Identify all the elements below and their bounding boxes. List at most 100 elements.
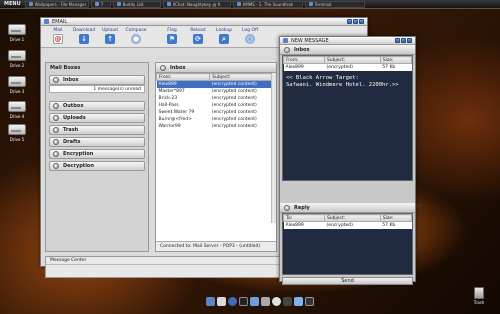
column-to[interactable]: To:	[283, 214, 325, 222]
drive-icon-1[interactable]: Drive 1	[4, 24, 30, 42]
bullet-icon	[53, 103, 59, 109]
email-titlebar[interactable]: EMAIL	[41, 18, 367, 26]
drive-icon-3[interactable]: Drive 3	[4, 76, 30, 94]
dock-app-icon[interactable]	[217, 297, 226, 306]
mailbox-decryption[interactable]: Decryption	[49, 161, 145, 171]
taskbar-item[interactable]: 7	[90, 0, 111, 8]
minimize-button[interactable]	[395, 38, 400, 43]
buddy-icon	[116, 2, 121, 6]
bullet-icon	[160, 64, 166, 71]
table-row[interactable]: Hall-Pass (encrypted content)	[157, 102, 276, 109]
reply-header[interactable]: Reply	[280, 203, 415, 213]
column-from[interactable]: From:	[283, 56, 325, 64]
flag-button[interactable]: Flag ⚑	[159, 28, 185, 45]
dock-app-icon[interactable]	[206, 297, 215, 306]
inbox-unread-count: 1 message(s) unread	[49, 85, 145, 93]
mailbox-drafts[interactable]: Drafts	[49, 137, 145, 147]
flag-icon: ⚑	[167, 34, 177, 44]
lookup-button[interactable]: Lookup ⌕	[211, 28, 237, 45]
dock-app-icon[interactable]	[250, 297, 259, 306]
taskbar-item[interactable]: XChat: Naughtykey @ fr	[162, 0, 231, 8]
column-subject[interactable]: Subject:	[323, 56, 381, 64]
bullet-icon	[53, 127, 59, 133]
compose-button[interactable]: Compose ●	[123, 28, 149, 45]
close-button[interactable]	[359, 19, 364, 24]
table-row[interactable]: Sweet Water 79 (encrypted content)	[157, 109, 276, 116]
drive-icon-4[interactable]: Drive 4	[4, 101, 30, 119]
reply-table: To: Subject: Size: Alex899 (encrypted) 57 Kb	[283, 214, 413, 229]
window-title: NEW MESSAGE	[291, 37, 329, 44]
dock-app-icon[interactable]	[272, 297, 281, 306]
mail-button[interactable]: Mail @	[45, 28, 71, 45]
reload-button[interactable]: Reload ⟳	[185, 28, 211, 45]
table-row[interactable]: Warrior99 (encrypted content)	[157, 123, 276, 130]
upload-icon: ↑	[105, 34, 115, 44]
dock-app-icon[interactable]	[228, 297, 237, 306]
app-icon	[94, 2, 99, 6]
mailbox-encryption[interactable]: Encryption	[49, 149, 145, 159]
trash[interactable]: Trash	[468, 287, 490, 305]
new-message-inbox-header: Inbox	[280, 45, 415, 55]
dock-app-icon[interactable]	[283, 297, 292, 306]
terminal-icon	[308, 2, 313, 6]
table-row[interactable]: Master*897 (encrypted content)	[157, 88, 276, 95]
drive-icon-2[interactable]: Drive 2	[4, 50, 30, 68]
column-size[interactable]: Size:	[379, 214, 413, 222]
download-button[interactable]: Download ↓	[71, 28, 97, 45]
reply-view: To: Subject: Size: Alex899 (encrypted) 57 Kb	[282, 213, 413, 275]
logoff-button[interactable]: Log Off ○	[237, 28, 263, 45]
message-body: << Black Arrow Target: Safwani. Windmere…	[286, 74, 399, 88]
inbox-header: Inbox	[156, 63, 276, 73]
close-button[interactable]	[407, 38, 412, 43]
taskbar-item[interactable]: Buddy List	[112, 0, 161, 8]
column-size[interactable]: Size:	[379, 56, 413, 64]
dock-app-icon[interactable]	[305, 297, 314, 306]
message-header-table: From: Subject: Size: Alex899 (encrypted) 57 …	[283, 56, 413, 71]
drive-icon-5[interactable]: Drive 5	[4, 124, 30, 142]
table-row[interactable]: Brick-23 (encrypted content)	[157, 95, 276, 102]
message-table: From: Subject: Alex899 (encrypted content)…	[155, 73, 276, 130]
folder-icon	[28, 2, 33, 6]
dock-app-icon[interactable]	[294, 297, 303, 306]
bullet-icon	[53, 151, 59, 157]
maximize-button[interactable]	[353, 19, 358, 24]
bullet-icon	[53, 139, 59, 145]
column-from[interactable]: From:	[155, 73, 211, 81]
taskbar-item[interactable]: XMMS - 1. The Soundtrak	[232, 0, 303, 8]
inbox-panel: Inbox From: Subject: Alex899 (encrypted co…	[155, 62, 277, 252]
new-message-window: NEW MESSAGE Inbox From: Subject: Size: Ale…	[279, 36, 416, 285]
message-view: From: Subject: Size: Alex899 (encrypted) 57 …	[282, 55, 413, 181]
dock-app-icon[interactable]	[261, 297, 270, 306]
new-message-titlebar[interactable]: NEW MESSAGE	[280, 37, 415, 45]
minimize-button[interactable]	[347, 19, 352, 24]
mailbox-trash[interactable]: Trash	[49, 125, 145, 135]
table-row[interactable]: Burnr@<fred> (encrypted content)	[157, 116, 276, 123]
table-row[interactable]: Alex899 (encrypted content)	[156, 80, 276, 88]
send-button[interactable]: Send	[282, 277, 413, 285]
hard-drive-icon	[8, 76, 26, 87]
start-menu-button[interactable]: MENU	[0, 1, 25, 7]
status-bar: Connected to: Mail Server - POP3 - (unti…	[156, 241, 276, 251]
table-row[interactable]: Alex899 (encrypted) 57 Kb	[283, 221, 412, 229]
scrollbar[interactable]	[271, 73, 276, 223]
hard-drive-icon	[8, 101, 26, 112]
mail-app-icon	[283, 38, 288, 43]
taskbar-item[interactable]: Wallpapers - File Manager	[24, 0, 89, 8]
column-subject[interactable]: Subject:	[209, 73, 276, 81]
maximize-button[interactable]	[401, 38, 406, 43]
mailbox-outbox[interactable]: Outbox	[49, 101, 145, 111]
mailbox-uploads[interactable]: Uploads	[49, 113, 145, 123]
upload-button[interactable]: Upload ↑	[97, 28, 123, 45]
bullet-icon	[53, 163, 59, 169]
column-subject[interactable]: Subject:	[323, 214, 381, 222]
logoff-icon: ○	[245, 34, 255, 44]
bullet-icon	[53, 77, 59, 83]
trash-icon	[474, 287, 484, 299]
dock-app-icon[interactable]	[239, 297, 248, 306]
taskbar-item[interactable]: Terminal	[304, 0, 365, 8]
lookup-icon: ⌕	[219, 34, 229, 44]
mailbox-inbox[interactable]: Inbox	[49, 75, 145, 85]
bullet-icon	[284, 46, 290, 53]
compose-icon: ●	[131, 34, 141, 44]
table-row[interactable]: Alex899 (encrypted) 57 Kb	[283, 63, 412, 71]
